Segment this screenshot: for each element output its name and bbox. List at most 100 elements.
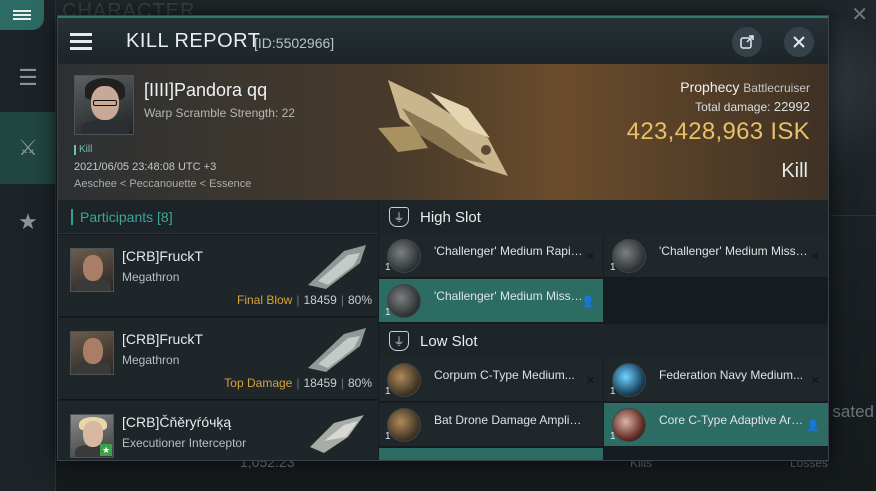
energy-module-icon [612,363,646,397]
kill-location: Aeschee < Peccanouette < Essence [74,178,252,190]
participant-percent: 80% [347,376,372,390]
total-damage-value: 22992 [773,99,810,114]
participant-ship-image [308,245,366,289]
list-icon[interactable]: ☰ [8,58,48,98]
participant-name: [CRB]FruckT [122,248,203,264]
module-name: Corpum C-Type Medium... [434,368,575,382]
participant-name: [CRB]Čňěryŕóчķą [122,414,232,430]
crossed-swords-icon[interactable]: ⚔ [8,128,48,168]
report-id: [ID:5502966] [254,35,335,51]
participant-name: [CRB]FruckT [122,331,203,347]
dialog-header: KILL REPORT [ID:5502966] [58,16,828,64]
destroyed-icon: ✕ [810,375,820,387]
kill-date: 2021/06/05 23:48:08 UTC +3 [74,161,217,173]
menu-icon[interactable] [58,22,104,60]
victim-ship-name: Prophecy [680,79,740,95]
victim-subtitle: Warp Scramble Strength: 22 [144,106,295,120]
participant-damage: 18459 [303,376,337,390]
missile-launcher-icon [387,239,421,273]
module-quantity: 1 [385,307,391,318]
isk-amount: 423,428,963 [626,118,764,145]
module-name: Federation Navy Medium... [659,368,804,382]
total-damage-label: Total damage: [695,100,771,114]
destroyed-icon: ✕ [585,251,595,263]
victim-portrait[interactable] [74,75,134,135]
participant-role: Top Damage [224,376,293,390]
module-name: 'Challenger' Medium Missile ... [659,244,809,258]
kill-tag-label: Kill [79,144,93,155]
star-badge-icon[interactable]: ★ [8,202,48,242]
destroyed-icon: ✕ [810,251,820,263]
participant-stats: Top Damage | 18459 | 80% [224,376,372,390]
drone-amplifier-icon [387,408,421,442]
victim-ship-type: Prophecy Battlecruiser [680,79,810,95]
participant-ship-image [310,415,364,453]
victim-name[interactable]: [IIII]Pandora qq [144,80,267,101]
participant-row[interactable]: ★ [CRB]Čňěryŕóчķą Executioner Intercepto… [58,401,378,460]
kill-result: Kill [781,160,808,182]
armor-hardener-icon [387,363,421,397]
module-item[interactable]: 1 'Challenger' Medium Missile... 👤 [379,279,603,323]
low-slot-icon: ⏚ [389,331,409,351]
high-slot-icon: ⏚ [389,207,409,227]
module-quantity: 1 [610,386,616,397]
low-slot-header: ⏚ Low Slot [379,324,828,358]
star-icon: ★ [100,444,112,456]
participant-damage: 18459 [303,293,337,307]
participants-panel: Participants [8] [CRB]FruckT Megathron F… [58,200,378,460]
module-quantity: 1 [385,431,391,442]
victim-ship-image[interactable] [368,68,518,196]
dropped-icon: 👤 [581,296,595,308]
missile-launcher-icon [612,239,646,273]
module-item[interactable]: 1 'Challenger' Medium Missile ... ✕ [604,234,828,278]
isk-value: 423,428,963 ISK [627,118,810,146]
participants-header[interactable]: Participants [8] [58,200,378,234]
participant-portrait[interactable] [70,248,114,292]
participant-stats: Final Blow | 18459 | 80% [236,293,372,307]
module-item[interactable]: 1 Federation Navy Medium... ✕ [604,358,828,402]
module-quantity: 1 [610,431,616,442]
kill-report-dialog: KILL REPORT [ID:5502966] [IIII]Pandora q… [57,15,829,461]
total-damage: Total damage: 22992 [695,99,810,114]
victim-ship-class: Battlecruiser [743,81,810,95]
participants-count: [8] [157,209,173,225]
kill-tag: Kill [74,144,92,155]
high-slot-label: High Slot [420,209,481,226]
participant-row[interactable]: [CRB]FruckT Megathron Final Blow | 18459 | 8… [58,235,378,317]
module-item[interactable]: 1 Core C-Type Adaptive Arme... 👤 [604,403,828,447]
background-divider [830,215,876,395]
module-item-partial[interactable] [379,448,603,460]
participant-ship: Megathron [122,270,180,284]
low-slot-label: Low Slot [420,333,478,350]
armor-hardener-icon [612,408,646,442]
module-item[interactable]: 1 Bat Drone Damage Amplifier [379,403,603,447]
participant-ship-image [308,328,366,372]
participants-label: Participants [80,209,154,225]
module-name: Core C-Type Adaptive Arme... [659,413,809,427]
module-item[interactable]: 1 'Challenger' Medium Rapid... ✕ [379,234,603,278]
main-menu-button[interactable] [0,0,44,30]
module-quantity: 1 [385,262,391,273]
app-screen: ☰ ⚔ ★ CHARACTER ✕ sated 1,052.23 Kills L… [0,0,876,491]
participant-ship: Executioner Interceptor [122,436,247,450]
fitting-panel: ⏚ High Slot 1 'Challenger' Medium Rapid.… [379,200,828,460]
module-quantity: 1 [610,262,616,273]
module-name: Bat Drone Damage Amplifier [434,413,584,427]
close-icon[interactable] [784,27,814,57]
destroyed-icon: ✕ [585,375,595,387]
module-item[interactable]: 1 Corpum C-Type Medium... ✕ [379,358,603,402]
victim-banner: [IIII]Pandora qq Warp Scramble Strength:… [58,64,828,200]
module-name: 'Challenger' Medium Missile... [434,289,584,303]
share-icon[interactable] [732,27,762,57]
dropped-icon: 👤 [806,420,820,432]
dialog-title: KILL REPORT [126,30,261,52]
participant-row[interactable]: [CRB]FruckT Megathron Top Damage | 18459 | 8… [58,318,378,400]
participant-ship: Megathron [122,353,180,367]
participant-role: Final Blow [236,293,293,307]
background-partial-text: sated [832,402,874,421]
module-name: 'Challenger' Medium Rapid... [434,244,584,258]
high-slot-header: ⏚ High Slot [379,200,828,234]
isk-unit: ISK [770,118,810,145]
participant-portrait[interactable] [70,331,114,375]
participant-percent: 80% [347,293,372,307]
